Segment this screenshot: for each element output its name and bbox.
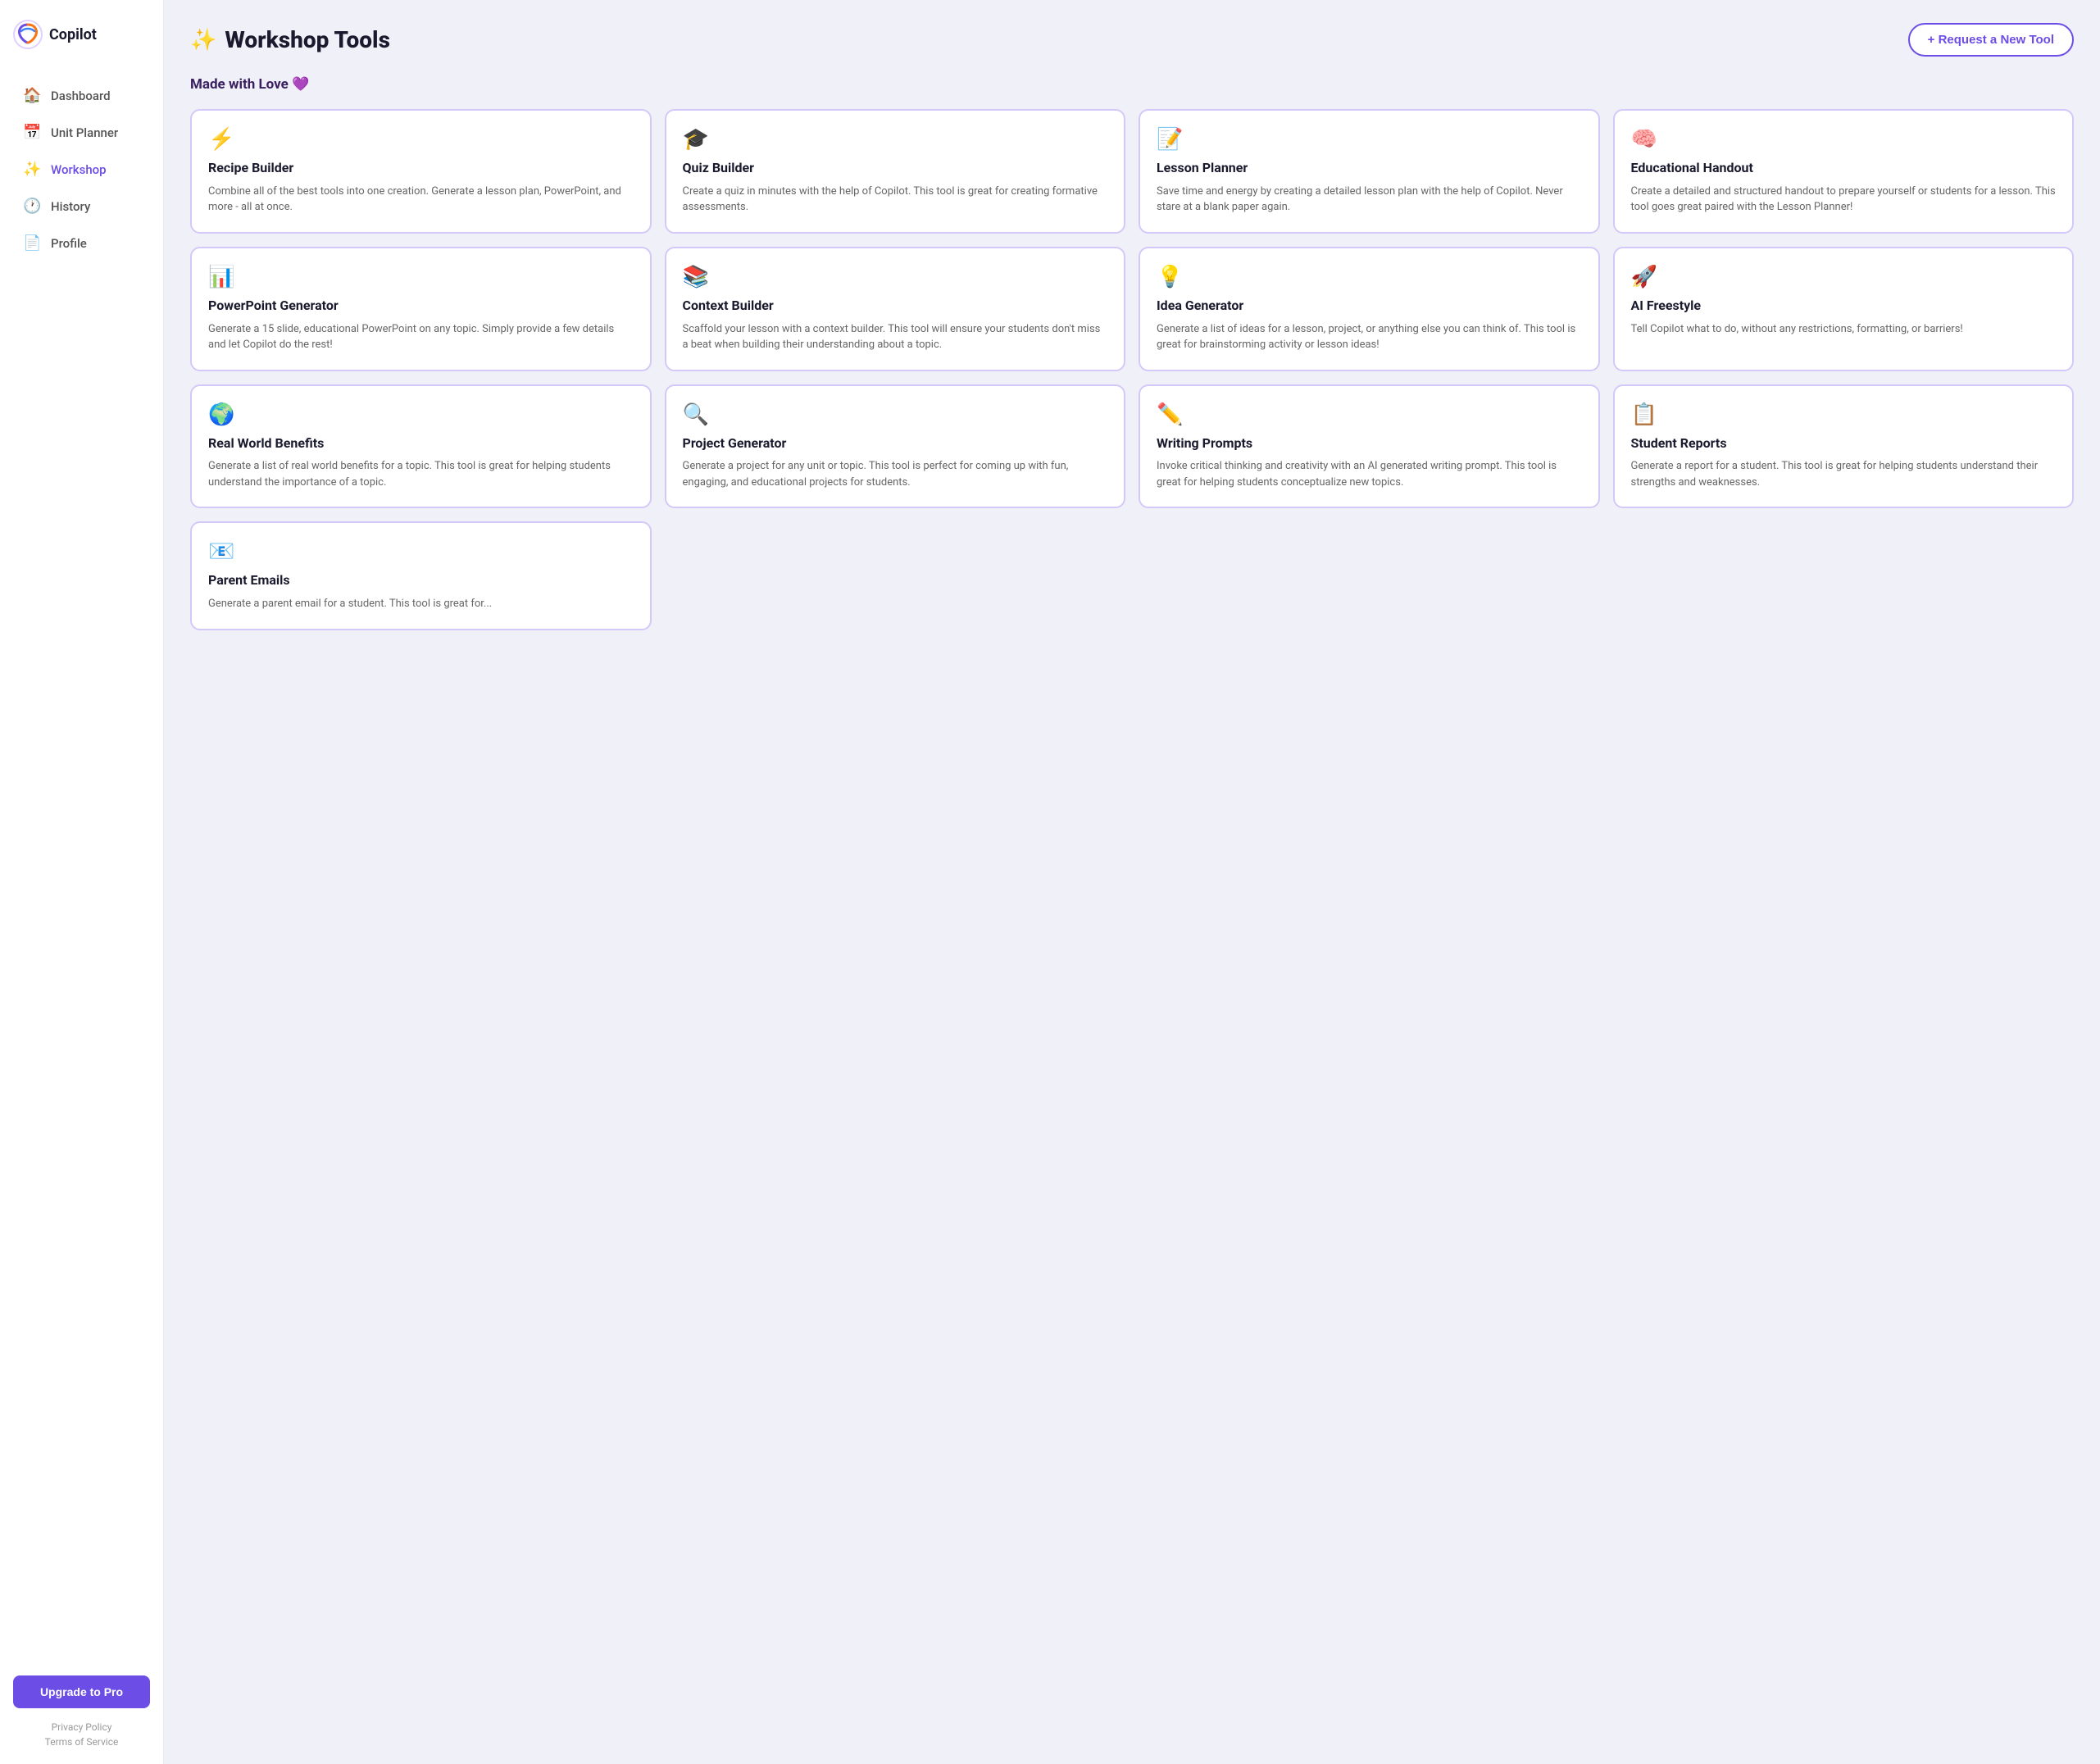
tool-desc-idea-generator: Generate a list of ideas for a lesson, p… — [1157, 321, 1582, 353]
section-label-text: Made with Love 💜 — [190, 76, 309, 93]
tool-card-idea-generator[interactable]: 💡 Idea Generator Generate a list of idea… — [1139, 247, 1600, 371]
tools-grid: ⚡ Recipe Builder Combine all of the best… — [190, 109, 2074, 630]
tool-name-powerpoint-generator: PowerPoint Generator — [208, 298, 634, 315]
history-icon: 🕐 — [23, 198, 41, 215]
copilot-logo-icon — [13, 20, 43, 49]
tool-emoji-recipe-builder: ⚡ — [208, 127, 634, 152]
terms-of-service-link[interactable]: Terms of Service — [45, 1736, 119, 1748]
tool-desc-lesson-planner: Save time and energy by creating a detai… — [1157, 184, 1582, 216]
tool-desc-powerpoint-generator: Generate a 15 slide, educational PowerPo… — [208, 321, 634, 353]
page-title-area: ✨ Workshop Tools — [190, 26, 390, 53]
tool-card-project-generator[interactable]: 🔍 Project Generator Generate a project f… — [665, 384, 1126, 509]
workshop-icon: ✨ — [23, 161, 41, 178]
tool-card-context-builder[interactable]: 📚 Context Builder Scaffold your lesson w… — [665, 247, 1126, 371]
sidebar-item-unit-planner[interactable]: 📅 Unit Planner — [13, 116, 150, 149]
dashboard-icon: 🏠 — [23, 87, 41, 104]
logo[interactable]: Copilot — [13, 16, 150, 52]
tool-name-parent-emails: Parent Emails — [208, 572, 634, 589]
tool-emoji-educational-handout: 🧠 — [1631, 127, 2057, 152]
tool-name-context-builder: Context Builder — [683, 298, 1108, 315]
tool-desc-parent-emails: Generate a parent email for a student. T… — [208, 596, 634, 612]
sidebar-item-unit-planner-label: Unit Planner — [51, 125, 118, 140]
tool-name-ai-freestyle: AI Freestyle — [1631, 298, 2057, 315]
tool-card-writing-prompts[interactable]: ✏️ Writing Prompts Invoke critical think… — [1139, 384, 1600, 509]
tool-name-project-generator: Project Generator — [683, 435, 1108, 452]
logo-text: Copilot — [49, 26, 97, 43]
tool-emoji-quiz-builder: 🎓 — [683, 127, 1108, 152]
tool-card-recipe-builder[interactable]: ⚡ Recipe Builder Combine all of the best… — [190, 109, 652, 234]
page-header: ✨ Workshop Tools + Request a New Tool — [190, 23, 2074, 57]
sidebar-item-history-label: History — [51, 199, 90, 214]
tool-desc-context-builder: Scaffold your lesson with a context buil… — [683, 321, 1108, 353]
workshop-tools-icon: ✨ — [190, 28, 216, 52]
tool-card-quiz-builder[interactable]: 🎓 Quiz Builder Create a quiz in minutes … — [665, 109, 1126, 234]
tool-desc-writing-prompts: Invoke critical thinking and creativity … — [1157, 458, 1582, 490]
sidebar-item-workshop-label: Workshop — [51, 162, 107, 177]
section-label: Made with Love 💜 — [190, 76, 2074, 93]
tool-desc-real-world-benefits: Generate a list of real world benefits f… — [208, 458, 634, 490]
main-content: ✨ Workshop Tools + Request a New Tool Ma… — [164, 0, 2100, 1764]
tool-card-lesson-planner[interactable]: 📝 Lesson Planner Save time and energy by… — [1139, 109, 1600, 234]
sidebar-item-profile-label: Profile — [51, 236, 87, 251]
sidebar-item-profile[interactable]: 📄 Profile — [13, 226, 150, 260]
tool-card-real-world-benefits[interactable]: 🌍 Real World Benefits Generate a list of… — [190, 384, 652, 509]
tool-name-student-reports: Student Reports — [1631, 435, 2057, 452]
tool-emoji-lesson-planner: 📝 — [1157, 127, 1582, 152]
tool-name-idea-generator: Idea Generator — [1157, 298, 1582, 315]
tool-card-ai-freestyle[interactable]: 🚀 AI Freestyle Tell Copilot what to do, … — [1613, 247, 2075, 371]
tool-desc-ai-freestyle: Tell Copilot what to do, without any res… — [1631, 321, 2057, 338]
tool-emoji-parent-emails: 📧 — [208, 539, 634, 564]
page-title: Workshop Tools — [225, 26, 390, 53]
privacy-policy-link[interactable]: Privacy Policy — [52, 1721, 112, 1733]
nav-items: 🏠 Dashboard 📅 Unit Planner ✨ Workshop 🕐 … — [13, 79, 150, 1662]
tool-card-powerpoint-generator[interactable]: 📊 PowerPoint Generator Generate a 15 sli… — [190, 247, 652, 371]
sidebar-item-history[interactable]: 🕐 History — [13, 189, 150, 223]
tool-emoji-ai-freestyle: 🚀 — [1631, 265, 2057, 289]
tool-desc-quiz-builder: Create a quiz in minutes with the help o… — [683, 184, 1108, 216]
tool-card-educational-handout[interactable]: 🧠 Educational Handout Create a detailed … — [1613, 109, 2075, 234]
tool-emoji-writing-prompts: ✏️ — [1157, 402, 1582, 427]
tool-emoji-context-builder: 📚 — [683, 265, 1108, 289]
sidebar-item-dashboard-label: Dashboard — [51, 89, 111, 103]
unit-planner-icon: 📅 — [23, 124, 41, 141]
sidebar-item-dashboard[interactable]: 🏠 Dashboard — [13, 79, 150, 112]
upgrade-button[interactable]: Upgrade to Pro — [13, 1675, 150, 1708]
request-new-tool-button[interactable]: + Request a New Tool — [1908, 23, 2074, 57]
footer-links: Privacy Policy Terms of Service — [13, 1721, 150, 1748]
tool-emoji-idea-generator: 💡 — [1157, 265, 1582, 289]
tool-emoji-real-world-benefits: 🌍 — [208, 402, 634, 427]
sidebar: Copilot 🏠 Dashboard 📅 Unit Planner ✨ Wor… — [0, 0, 164, 1764]
tool-emoji-powerpoint-generator: 📊 — [208, 265, 634, 289]
tool-name-recipe-builder: Recipe Builder — [208, 160, 634, 177]
tool-desc-student-reports: Generate a report for a student. This to… — [1631, 458, 2057, 490]
profile-icon: 📄 — [23, 234, 41, 252]
tool-name-educational-handout: Educational Handout — [1631, 160, 2057, 177]
tool-name-writing-prompts: Writing Prompts — [1157, 435, 1582, 452]
sidebar-item-workshop[interactable]: ✨ Workshop — [13, 152, 150, 186]
tool-emoji-project-generator: 🔍 — [683, 402, 1108, 427]
tool-emoji-student-reports: 📋 — [1631, 402, 2057, 427]
tool-card-student-reports[interactable]: 📋 Student Reports Generate a report for … — [1613, 384, 2075, 509]
tool-desc-educational-handout: Create a detailed and structured handout… — [1631, 184, 2057, 216]
tool-desc-project-generator: Generate a project for any unit or topic… — [683, 458, 1108, 490]
tool-card-parent-emails[interactable]: 📧 Parent Emails Generate a parent email … — [190, 521, 652, 630]
tool-name-lesson-planner: Lesson Planner — [1157, 160, 1582, 177]
tool-name-real-world-benefits: Real World Benefits — [208, 435, 634, 452]
tool-name-quiz-builder: Quiz Builder — [683, 160, 1108, 177]
tool-desc-recipe-builder: Combine all of the best tools into one c… — [208, 184, 634, 216]
